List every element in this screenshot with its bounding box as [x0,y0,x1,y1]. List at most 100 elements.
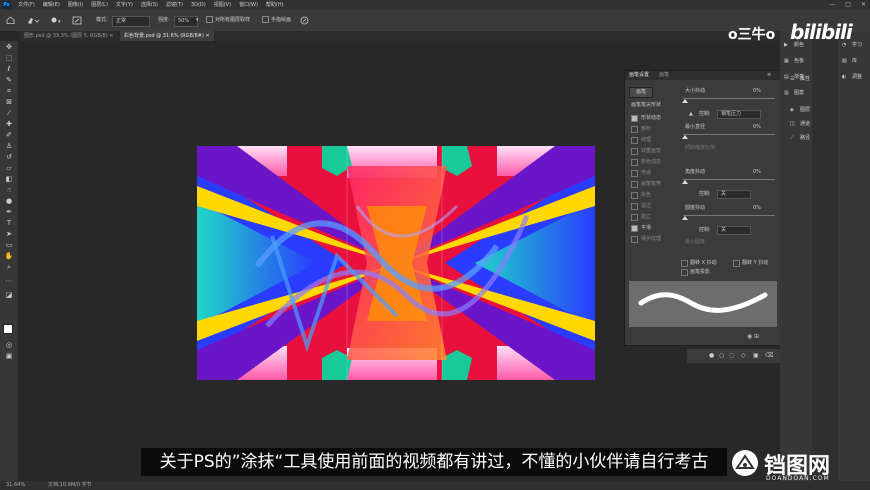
clone-stamp-tool-icon[interactable]: ♙ [4,142,14,150]
option-scattering[interactable]: 散布 [631,125,651,133]
mask-icon[interactable]: ◌ [729,352,734,359]
menu-window[interactable]: 窗口(W) [239,0,258,10]
finger-paint-checkbox[interactable]: 手指绘画 [262,16,291,25]
dodge-tool-icon[interactable]: ● [4,197,14,205]
size-jitter-slider[interactable] [683,98,775,99]
menu-layer[interactable]: 图层(L) [91,0,108,10]
new-brush-icon[interactable]: ⊞ [754,333,759,340]
close-button[interactable]: ✕ [861,0,866,10]
option-shape-dynamics[interactable]: 形状动态 [631,114,661,122]
fx-icon[interactable]: ○ [719,352,724,359]
minimize-button[interactable]: — [829,0,835,10]
new-layer-icon[interactable]: ▣ [753,352,759,359]
adjustments-panel-icon[interactable]: ◐ [842,73,846,81]
foreground-color-swatch[interactable] [3,324,13,334]
brush-tool-icon[interactable]: ✐ [4,131,14,139]
dock-layers[interactable]: 图层 [800,106,810,114]
slider-knob-icon[interactable] [682,135,688,139]
path-select-tool-icon[interactable]: ➤ [4,230,14,238]
marquee-tool-icon[interactable]: ⬚ [4,54,14,62]
menu-edit[interactable]: 编辑(E) [43,0,60,10]
menu-view[interactable]: 视图(V) [214,0,231,10]
brush-projection-checkbox[interactable]: 画笔投影 [681,268,710,276]
zoom-tool-icon[interactable]: ⌕ [4,263,14,271]
dock-paths[interactable]: 路径 [800,134,810,142]
roundness-jitter-slider[interactable] [683,215,775,216]
chevron-down-icon[interactable]: ▾ [196,16,202,25]
menu-image[interactable]: 图像(I) [68,0,83,10]
mode-select[interactable]: 正常 [112,16,150,27]
paths-panel-icon[interactable]: ⟋ [790,134,794,142]
dock-properties[interactable]: 属性 [800,75,810,83]
option-color-dynamics[interactable]: 颜色动态 [631,158,661,166]
roundness-jitter-value[interactable]: 0% [753,205,761,212]
healing-brush-tool-icon[interactable]: ✚ [4,120,14,128]
maximize-button[interactable]: □ [845,0,851,10]
option-wet-edges[interactable]: 湿边 [631,202,651,210]
strength-input[interactable]: 50% [174,16,198,27]
rectangle-tool-icon[interactable]: ▭ [4,241,14,249]
control-select[interactable]: 钢笔压力 [717,110,761,119]
control-select-3[interactable]: 关 [717,226,751,235]
brush-preset-icon[interactable]: ▾ [50,16,68,25]
option-brush-pose[interactable]: 画笔笔势 [631,180,661,188]
layers-panel-icon[interactable]: ◈ [790,106,794,114]
frame-tool-icon[interactable]: ⊠ [4,98,14,106]
tab-document-1[interactable]: 图形.psd @ 33.3% (图层 5, RGB/8) ✕ [20,31,117,41]
menu-filter[interactable]: 滤镜(T) [166,0,183,10]
properties-panel-icon[interactable]: ☰ [790,75,794,83]
slider-knob-icon[interactable] [682,99,688,103]
brush-preset-button[interactable]: 画笔 [629,87,653,98]
min-diameter-value[interactable]: 0% [753,124,761,131]
size-jitter-value[interactable]: 0% [753,88,761,95]
link-icon[interactable]: ● [709,352,714,359]
brush-panel-icon[interactable] [72,16,84,25]
toggle-preview-icon[interactable]: ◉ [747,333,752,340]
document-canvas[interactable] [197,146,595,380]
dock-swatches[interactable]: 色板 [794,57,804,65]
dock-adjustments[interactable]: 调整 [852,73,862,81]
tab-brushes[interactable]: 画笔 [659,72,669,79]
default-colors-icon[interactable]: ◪ [4,291,14,299]
library-panel-icon[interactable]: ▧ [842,57,847,65]
trash-icon[interactable]: ⌫ [765,352,773,359]
option-smoothing[interactable]: 平滑 [631,224,651,232]
option-build-up[interactable]: 建立 [631,213,651,221]
flip-x-checkbox[interactable]: 翻转 X 抖动 [681,259,717,267]
flip-y-checkbox[interactable]: 翻转 Y 抖动 [733,259,768,267]
option-noise[interactable]: 杂色 [631,191,651,199]
menu-3d[interactable]: 3D(D) [191,0,206,10]
option-texture[interactable]: 纹理 [631,136,651,144]
channels-panel-icon[interactable]: ◫ [790,120,795,128]
screen-mode-icon[interactable]: ▣ [4,352,14,360]
hand-tool-icon[interactable]: ✋ [4,252,14,260]
sample-all-layers-checkbox[interactable]: 对所有图层取样 [206,16,250,25]
eyedropper-tool-icon[interactable]: ⁄ [4,109,14,117]
smudge-tool-icon[interactable] [26,16,42,25]
min-diameter-slider[interactable] [683,134,775,135]
option-dual-brush[interactable]: 双重画笔 [631,147,661,155]
menu-select[interactable]: 选择(S) [141,0,158,10]
angle-jitter-slider[interactable] [683,179,775,180]
option-transfer[interactable]: 传递 [631,169,651,177]
slider-knob-icon[interactable] [682,216,688,220]
quick-select-tool-icon[interactable]: ✎ [4,76,14,84]
menu-file[interactable]: 文件(F) [18,0,35,10]
lasso-tool-icon[interactable]: ℓ [4,65,14,73]
more-tools-icon[interactable]: ⋯ [4,277,14,285]
option-protect-texture[interactable]: 保护纹理 [631,235,661,243]
swatch-panel-icon[interactable]: ▦ [784,57,789,65]
pattern-panel-icon[interactable]: ▥ [784,89,789,97]
dock-libraries[interactable]: 库 [852,57,857,65]
panel-menu-icon[interactable]: ≡ [767,72,771,79]
menu-type[interactable]: 文字(Y) [116,0,133,10]
pressure-icon[interactable] [300,16,310,25]
control-select-2[interactable]: 关 [717,190,751,199]
home-icon[interactable] [6,16,16,25]
type-tool-icon[interactable]: T [4,219,14,227]
crop-tool-icon[interactable]: ⌗ [4,87,14,95]
history-brush-tool-icon[interactable]: ↺ [4,153,14,161]
move-tool-icon[interactable]: ✥ [4,43,14,51]
angle-jitter-value[interactable]: 0% [753,169,761,176]
dock-patterns[interactable]: 图案 [794,89,804,97]
